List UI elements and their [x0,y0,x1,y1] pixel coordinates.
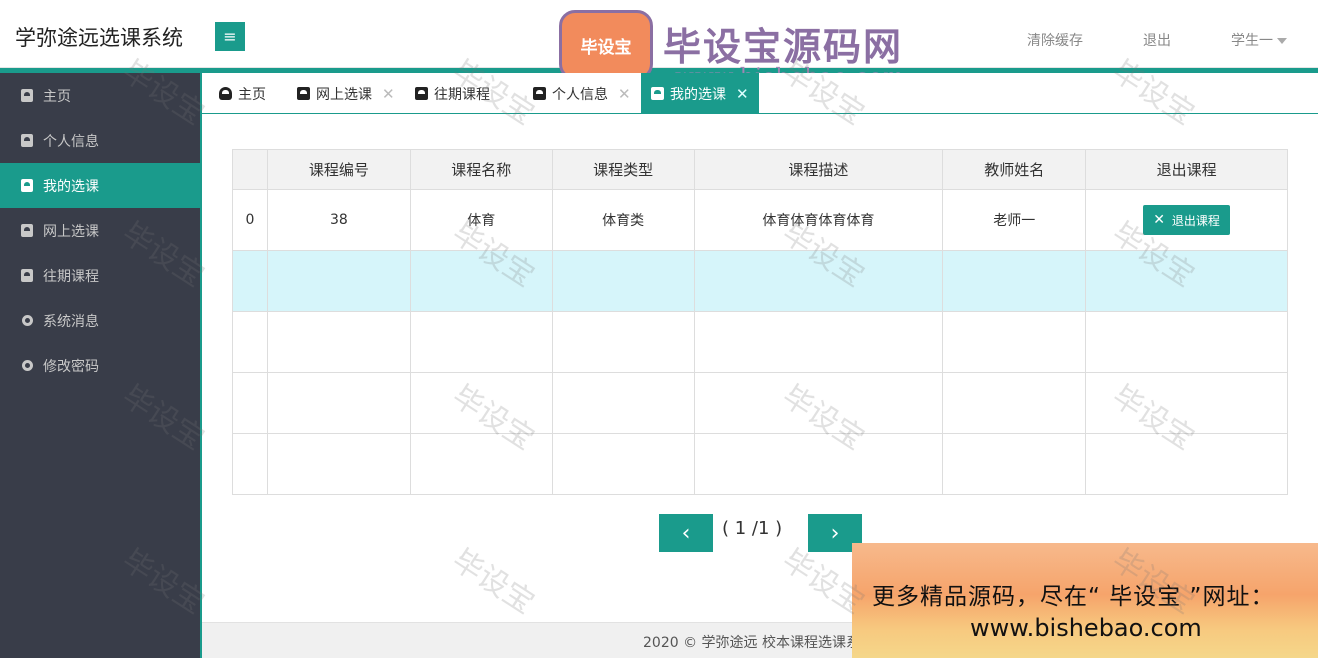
sidebar-item-online-selection[interactable]: 网上选课 [0,208,200,253]
sidebar-item-past-courses[interactable]: 往期课程 [0,253,200,298]
sidebar-accent-edge [200,73,202,658]
sidebar-item-label: 主页 [43,88,71,105]
course-table: 课程编号 课程名称 课程类型 课程描述 教师姓名 退出课程 0 38 体育 体育… [232,149,1288,495]
sidebar-item-profile[interactable]: 个人信息 [0,118,200,163]
book-icon [20,89,34,103]
sidebar-item-label: 网上选课 [43,223,99,240]
book-icon [20,224,34,238]
sidebar-item-my-courses[interactable]: 我的选课 [0,163,200,208]
prev-page-button[interactable]: ‹ [659,514,713,552]
column-header-description: 课程描述 [693,149,944,190]
logo-badge-icon: 毕设宝 [559,10,653,80]
table-row-empty [232,311,1288,373]
circle-icon [20,359,34,373]
logout-link[interactable]: 退出 [1143,30,1171,50]
footer-copyright: 2020 © 学弥途远 校本课程选课系 [643,635,860,651]
close-icon[interactable]: ✕ [382,85,395,103]
close-icon[interactable]: ✕ [618,85,631,103]
table-row: 0 38 体育 体育类 体育体育体育体育 老师一 ✕ 退出课程 [232,189,1288,251]
sidebar-item-label: 修改密码 [43,358,99,375]
table-row-empty [232,372,1288,434]
cell-course-id: 38 [266,189,411,251]
tab-online-selection[interactable]: 网上选课 ✕ [297,73,395,114]
sidebar: 主页 个人信息 我的选课 网上选课 往期课程 系统消息 修改密码 [0,73,200,658]
chevron-left-icon: ‹ [681,520,691,546]
tab-my-courses[interactable]: 我的选课 ✕ [641,73,759,114]
tab-label: 网上选课 [316,86,372,103]
cell-teacher: 老师一 [942,189,1087,251]
app-title: 学弥途远选课系统 [15,26,183,50]
dashboard-icon [219,87,232,100]
book-icon [20,134,34,148]
column-header-teacher: 教师姓名 [942,149,1087,190]
tab-home[interactable]: 主页 [219,73,266,114]
sidebar-item-change-password[interactable]: 修改密码 [0,343,200,388]
column-header-course-id: 课程编号 [266,149,411,190]
book-icon [415,87,428,100]
tab-label: 往期课程 [434,86,490,103]
sidebar-item-label: 往期课程 [43,268,99,285]
tab-label: 主页 [238,86,266,103]
column-header-quit: 退出课程 [1085,149,1288,190]
hamburger-icon: ≡ [223,27,237,46]
book-icon [533,87,546,100]
column-header-course-name: 课程名称 [409,149,553,190]
cell-description: 体育体育体育体育 [693,189,944,251]
cell-course-name: 体育 [409,189,553,251]
page-indicator: ( 1 /1 ) [722,518,783,539]
cell-index: 0 [232,189,268,251]
watermark: 毕设宝 [445,542,541,622]
caret-down-icon [1277,38,1287,44]
column-header-course-type: 课程类型 [551,149,695,190]
close-icon[interactable]: ✕ [736,85,749,103]
promo-banner: 更多精品源码，尽在“ 毕设宝 ”网址： www.bishebao.com [852,543,1318,658]
clear-cache-link[interactable]: 清除缓存 [1027,30,1083,50]
tab-past-courses[interactable]: 往期课程 [415,73,490,114]
menu-toggle-button[interactable]: ≡ [215,22,245,51]
user-name: 学生一 [1231,33,1273,49]
tab-profile[interactable]: 个人信息 ✕ [533,73,631,114]
book-icon [20,179,34,193]
book-icon [297,87,310,100]
logo-brand-name: 毕设宝源码网 [663,25,904,69]
column-header-index [232,149,268,190]
sidebar-item-label: 我的选课 [43,178,99,195]
sidebar-item-label: 系统消息 [43,313,99,330]
quit-course-button[interactable]: ✕ 退出课程 [1143,205,1230,235]
cell-course-type: 体育类 [551,189,695,251]
sidebar-item-messages[interactable]: 系统消息 [0,298,200,343]
book-icon [20,269,34,283]
quit-course-label: 退出课程 [1171,213,1220,228]
book-icon [651,87,664,100]
logo-badge-text: 毕设宝 [580,37,632,58]
tab-label: 我的选课 [670,86,726,103]
table-header-row: 课程编号 课程名称 课程类型 课程描述 教师姓名 退出课程 [232,149,1288,190]
promo-line-1: 更多精品源码，尽在“ 毕设宝 ”网址： [872,584,1275,610]
cell-action: ✕ 退出课程 [1085,189,1288,251]
close-icon: ✕ [1153,212,1165,228]
tab-bar: 主页 网上选课 ✕ 往期课程 个人信息 ✕ 我的选课 ✕ [202,73,1318,114]
sidebar-item-label: 个人信息 [43,133,99,150]
tab-label: 个人信息 [552,86,608,103]
chevron-right-icon: › [830,520,840,546]
table-row-empty [232,250,1288,312]
circle-icon [20,314,34,328]
promo-line-2: www.bishebao.com [970,614,1202,642]
table-row-empty [232,433,1288,495]
sidebar-item-home[interactable]: 主页 [0,73,200,118]
user-menu[interactable]: 学生一 [1231,30,1287,50]
